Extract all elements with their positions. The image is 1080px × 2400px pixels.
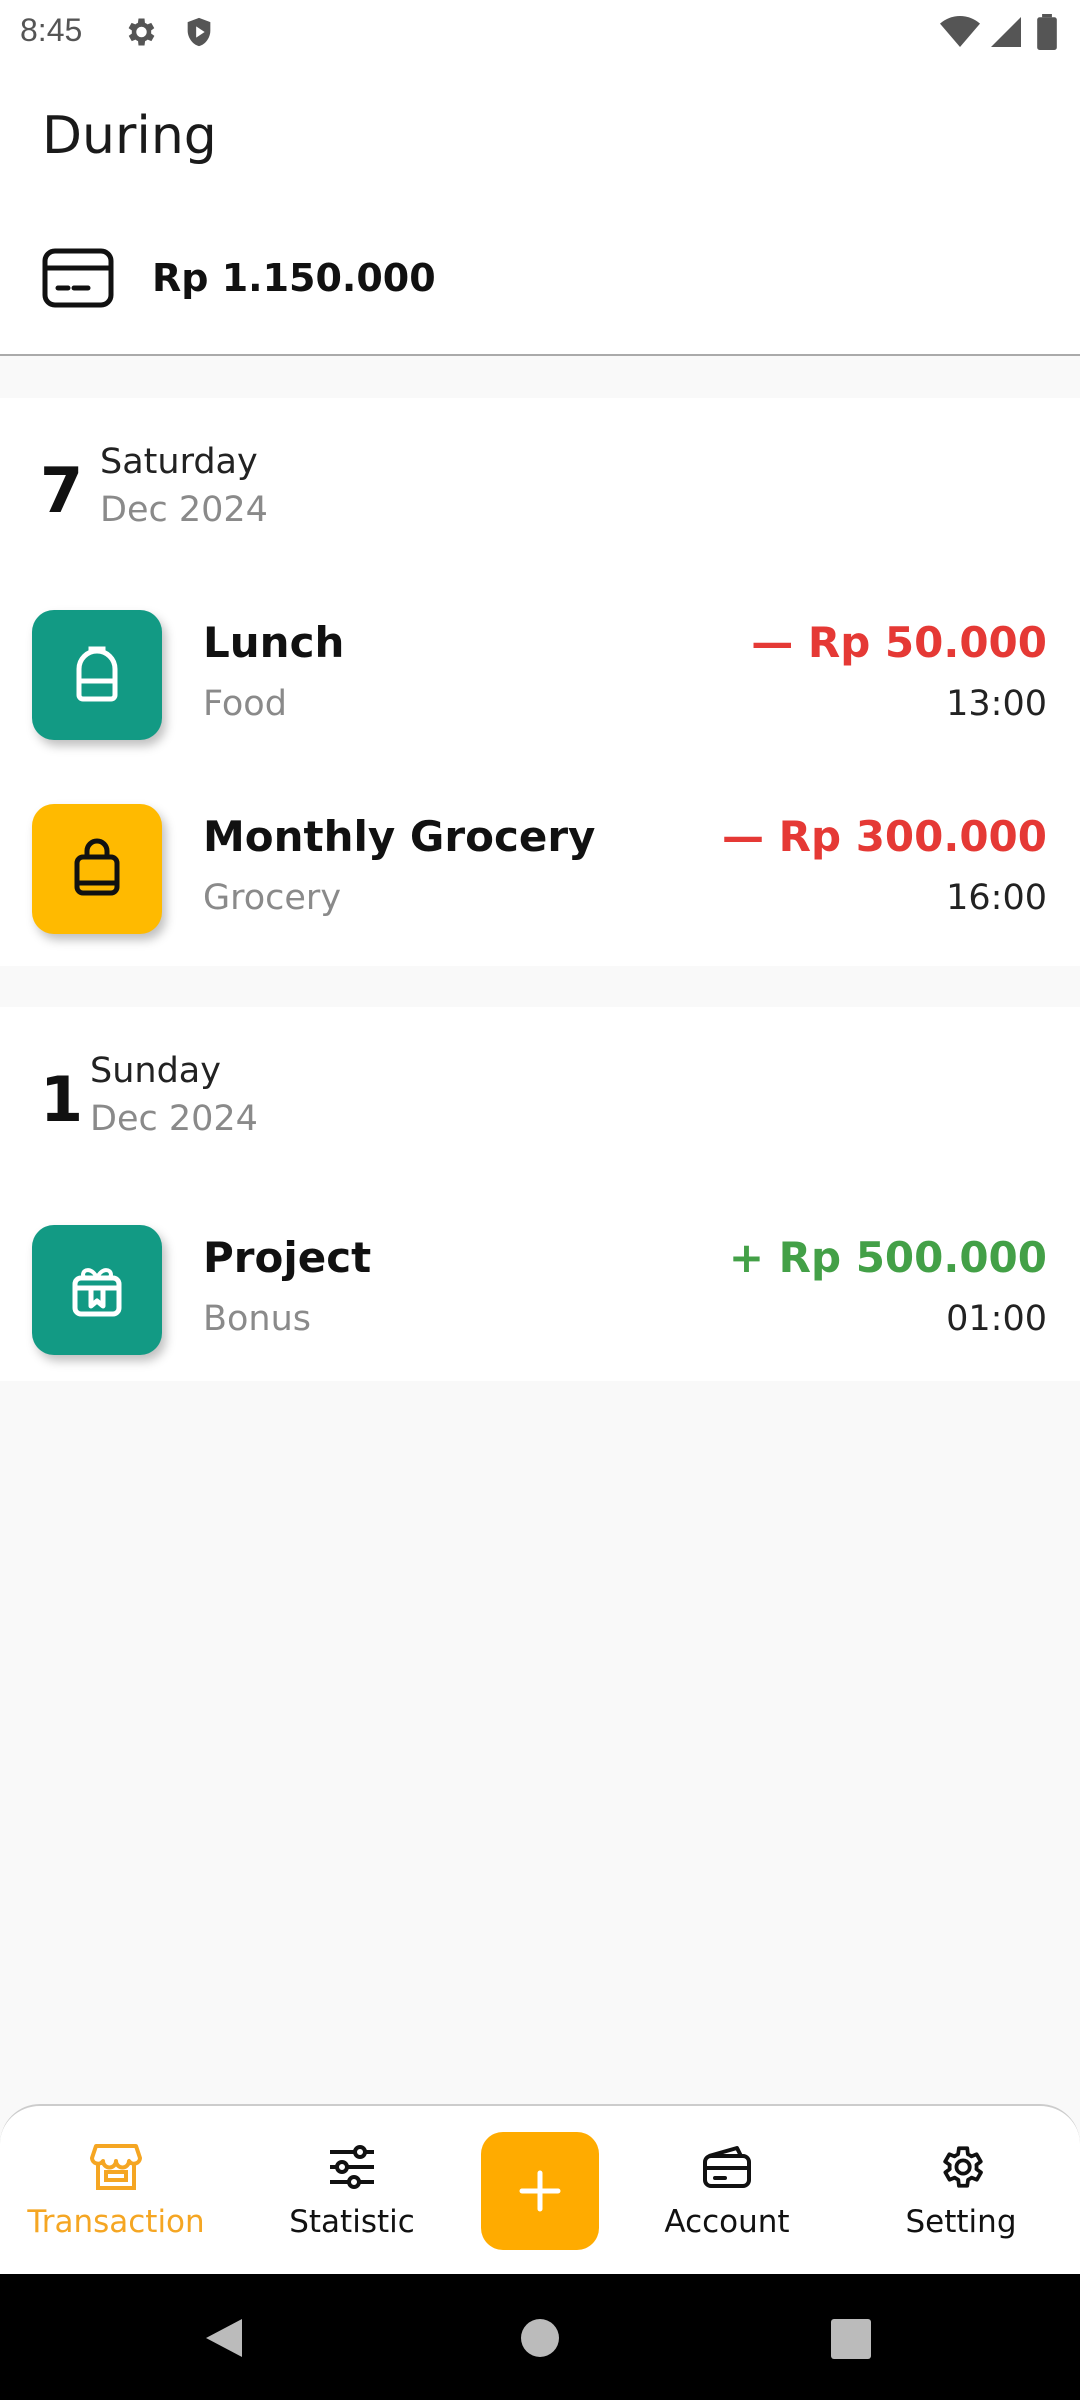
gear-icon — [128, 18, 155, 46]
transaction-row[interactable]: Lunch Food — Rp 50.000 13:00 — [0, 600, 1080, 750]
day-number: 7 — [40, 454, 84, 527]
backpack-icon — [76, 646, 118, 702]
shield-icon — [187, 17, 211, 47]
nav-label: Transaction — [27, 2204, 205, 2240]
nav-label: Statistic — [289, 2204, 415, 2240]
nav-item-transaction[interactable]: Transaction — [16, 2106, 216, 2276]
recents-icon[interactable] — [831, 2319, 871, 2359]
transaction-category: Grocery — [203, 878, 342, 918]
day-name: Saturday — [100, 442, 258, 482]
gift-icon — [72, 1268, 122, 1317]
day-month: Dec 2024 — [90, 1099, 258, 1139]
shopping-bag-icon — [74, 838, 120, 896]
day-group: 7 Saturday Dec 2024 Lunch Food — Rp 50.0… — [0, 398, 1080, 966]
day-group: 1 Sunday Dec 2024 Project Bonus + Rp 500… — [0, 1007, 1080, 1381]
transaction-amount: — Rp 50.000 — [751, 618, 1047, 667]
transaction-icon-tile — [32, 804, 162, 934]
transaction-amount: + Rp 500.000 — [728, 1233, 1047, 1282]
add-transaction-button[interactable] — [481, 2132, 599, 2250]
store-icon — [90, 2144, 142, 2190]
system-navigation-bar — [0, 2274, 1080, 2400]
bottom-navigation: Transaction Statistic Account Setting — [0, 2104, 1080, 2274]
page-title: During — [42, 106, 217, 166]
transaction-row[interactable]: Project Bonus + Rp 500.000 01:00 — [0, 1215, 1080, 1365]
transaction-category: Bonus — [203, 1299, 312, 1339]
transaction-amount: — Rp 300.000 — [722, 812, 1047, 861]
transaction-icon-tile — [32, 610, 162, 740]
day-month: Dec 2024 — [100, 490, 268, 530]
day-number: 1 — [40, 1063, 84, 1136]
transaction-title: Monthly Grocery — [203, 812, 596, 861]
card-icon — [42, 248, 114, 308]
sliders-icon — [330, 2145, 374, 2189]
transaction-row[interactable]: Monthly Grocery Grocery — Rp 300.000 16:… — [0, 794, 1080, 944]
nav-label: Account — [664, 2204, 790, 2240]
wallet-icon — [703, 2146, 751, 2188]
plus-icon — [519, 2170, 561, 2212]
transaction-category: Food — [203, 684, 287, 724]
battery-icon — [1037, 14, 1057, 50]
wifi-icon — [940, 16, 980, 47]
nav-item-setting[interactable]: Setting — [861, 2106, 1061, 2276]
transaction-time: 13:00 — [946, 684, 1047, 724]
transaction-title: Project — [203, 1233, 372, 1282]
home-icon[interactable] — [520, 2318, 560, 2358]
nav-item-account[interactable]: Account — [627, 2106, 827, 2276]
transaction-time: 16:00 — [946, 878, 1047, 918]
nav-label: Setting — [905, 2204, 1017, 2240]
balance-row[interactable]: Rp 1.150.000 — [42, 246, 942, 316]
status-time: 8:45 — [20, 12, 83, 48]
settings-icon — [943, 2146, 983, 2188]
signal-icon — [991, 17, 1021, 47]
transaction-icon-tile — [32, 1225, 162, 1355]
summary-header: During Rp 1.150.000 — [0, 66, 1080, 356]
nav-item-statistic[interactable]: Statistic — [252, 2106, 452, 2276]
status-bar: 8:45 — [0, 0, 1080, 66]
day-name: Sunday — [90, 1051, 221, 1091]
back-icon[interactable] — [204, 2317, 244, 2359]
balance-amount: Rp 1.150.000 — [152, 256, 436, 300]
transaction-title: Lunch — [203, 618, 345, 667]
transaction-time: 01:00 — [946, 1299, 1047, 1339]
